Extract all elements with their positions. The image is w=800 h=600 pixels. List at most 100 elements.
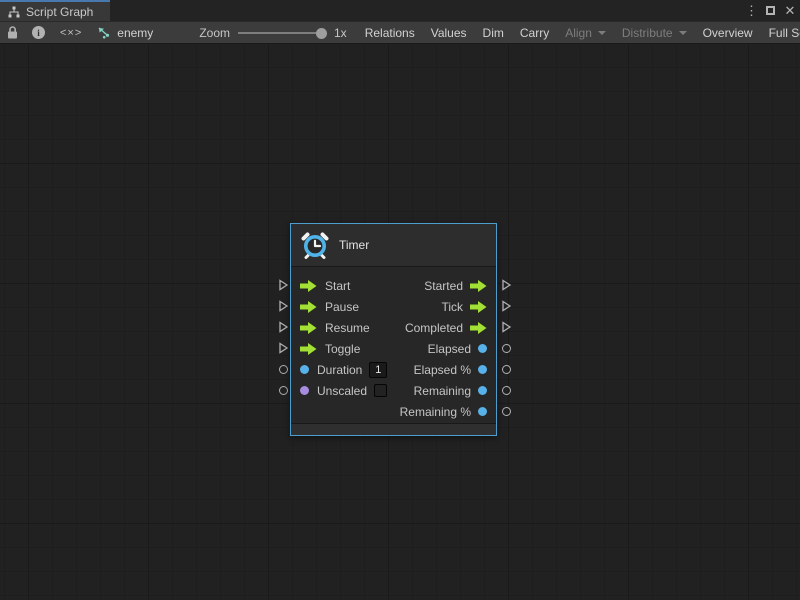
timer-node[interactable]: Timer Start Pause — [290, 223, 497, 436]
variables-button[interactable]: <×> — [52, 22, 90, 43]
graph-icon — [8, 6, 20, 18]
relations-label: Relations — [365, 26, 415, 40]
port-label: Pause — [325, 300, 359, 314]
port-label: Elapsed % — [414, 363, 471, 377]
flow-port-connector[interactable] — [501, 279, 512, 291]
value-port-connector[interactable] — [279, 384, 288, 396]
output-connectors — [500, 223, 512, 426]
port-label: Unscaled — [317, 384, 367, 398]
values-label: Values — [431, 26, 467, 40]
inspect-button[interactable]: i — [25, 22, 52, 43]
zoom-slider-handle[interactable] — [316, 28, 327, 39]
node-footer — [291, 423, 496, 435]
value-port-connector[interactable] — [502, 405, 511, 417]
zoom-slider[interactable] — [238, 27, 326, 39]
port-row-toggle[interactable]: Toggle — [291, 338, 387, 359]
value-port-connector[interactable] — [502, 384, 511, 396]
input-ports-column: Start Pause Resume Toggle — [291, 275, 387, 401]
maximize-box — [766, 6, 775, 15]
flow-arrow-icon — [470, 280, 487, 292]
zoom-label: Zoom — [199, 26, 230, 40]
overview-label: Overview — [703, 26, 753, 40]
flow-arrow-icon — [300, 301, 317, 313]
graph-pointer-icon — [96, 26, 111, 39]
toolbar: i <×> enemy Zoom 1x Relations — [0, 21, 800, 43]
dim-label: Dim — [483, 26, 504, 40]
value-port-icon — [478, 344, 487, 353]
duration-input[interactable] — [369, 362, 387, 378]
port-label: Tick — [441, 300, 463, 314]
relations-button[interactable]: Relations — [357, 22, 423, 43]
port-row-elapsed[interactable]: Elapsed — [400, 338, 496, 359]
output-ports-column: Started Tick Completed Elapsed — [400, 275, 496, 422]
port-row-elapsed-pct[interactable]: Elapsed % — [400, 359, 496, 380]
port-row-unscaled[interactable]: Unscaled — [291, 380, 387, 401]
flow-port-connector[interactable] — [501, 300, 512, 312]
fullscreen-button[interactable]: Full Screen — [761, 22, 800, 43]
port-row-tick[interactable]: Tick — [400, 296, 496, 317]
timer-node-group: Timer Start Pause — [277, 223, 512, 436]
chevron-down-icon — [679, 31, 687, 35]
flow-port-connector[interactable] — [278, 321, 289, 333]
port-label: Remaining — [414, 384, 471, 398]
overview-button[interactable]: Overview — [695, 22, 761, 43]
close-icon[interactable]: ✕ — [784, 0, 796, 21]
flow-arrow-icon — [300, 343, 317, 355]
flow-port-connector[interactable] — [278, 300, 289, 312]
value-port-icon — [478, 407, 487, 416]
port-label: Started — [424, 279, 463, 293]
value-port-connector[interactable] — [502, 342, 511, 354]
flow-port-connector[interactable] — [278, 342, 289, 354]
values-button[interactable]: Values — [423, 22, 475, 43]
lock-button[interactable] — [0, 22, 25, 43]
info-icon: i — [32, 26, 45, 39]
zoom-control: Zoom 1x — [189, 22, 356, 43]
port-row-pause[interactable]: Pause — [291, 296, 387, 317]
value-port-icon — [300, 365, 309, 374]
node-title: Timer — [339, 238, 369, 252]
carry-label: Carry — [520, 26, 549, 40]
maximize-icon[interactable] — [766, 2, 775, 20]
flow-arrow-icon — [470, 301, 487, 313]
port-label: Remaining % — [400, 405, 471, 419]
value-port-connector[interactable] — [279, 363, 288, 375]
unscaled-checkbox[interactable] — [374, 384, 387, 397]
tab-script-graph[interactable]: Script Graph — [0, 0, 110, 21]
carry-button[interactable]: Carry — [512, 22, 557, 43]
more-menu-icon[interactable]: ⋮ — [745, 0, 757, 21]
align-button[interactable]: Align — [557, 22, 614, 43]
dim-button[interactable]: Dim — [475, 22, 512, 43]
node-ports: Start Pause Resume Toggle — [291, 267, 496, 423]
port-row-remaining[interactable]: Remaining — [400, 380, 496, 401]
value-port-icon — [300, 386, 309, 395]
window-controls: ⋮ ✕ — [745, 0, 796, 21]
distribute-button[interactable]: Distribute — [614, 22, 695, 43]
port-row-remaining-pct[interactable]: Remaining % — [400, 401, 496, 422]
input-connectors — [277, 223, 289, 405]
breadcrumb[interactable]: enemy — [90, 22, 163, 43]
graph-name: enemy — [117, 26, 153, 40]
flow-port-connector[interactable] — [278, 279, 289, 291]
value-port-connector[interactable] — [502, 363, 511, 375]
flow-port-connector[interactable] — [501, 321, 512, 333]
port-row-resume[interactable]: Resume — [291, 317, 387, 338]
timer-node-header[interactable]: Timer — [291, 224, 496, 267]
script-graph-window: Script Graph ⋮ ✕ i <×> — [0, 0, 800, 600]
zoom-value: 1x — [334, 26, 347, 40]
port-row-completed[interactable]: Completed — [400, 317, 496, 338]
titlebar: Script Graph ⋮ ✕ — [0, 0, 800, 21]
chevron-down-icon — [598, 31, 606, 35]
port-label: Resume — [325, 321, 370, 335]
port-row-started[interactable]: Started — [400, 275, 496, 296]
value-port-icon — [478, 386, 487, 395]
port-label: Completed — [405, 321, 463, 335]
port-label: Duration — [317, 363, 362, 377]
lock-icon — [7, 26, 18, 39]
value-port-icon — [478, 365, 487, 374]
variables-icon: <×> — [60, 27, 82, 39]
port-row-start[interactable]: Start — [291, 275, 387, 296]
graph-canvas[interactable]: Timer Start Pause — [0, 43, 800, 600]
flow-arrow-icon — [470, 322, 487, 334]
flow-arrow-icon — [300, 280, 317, 292]
port-row-duration[interactable]: Duration — [291, 359, 387, 380]
